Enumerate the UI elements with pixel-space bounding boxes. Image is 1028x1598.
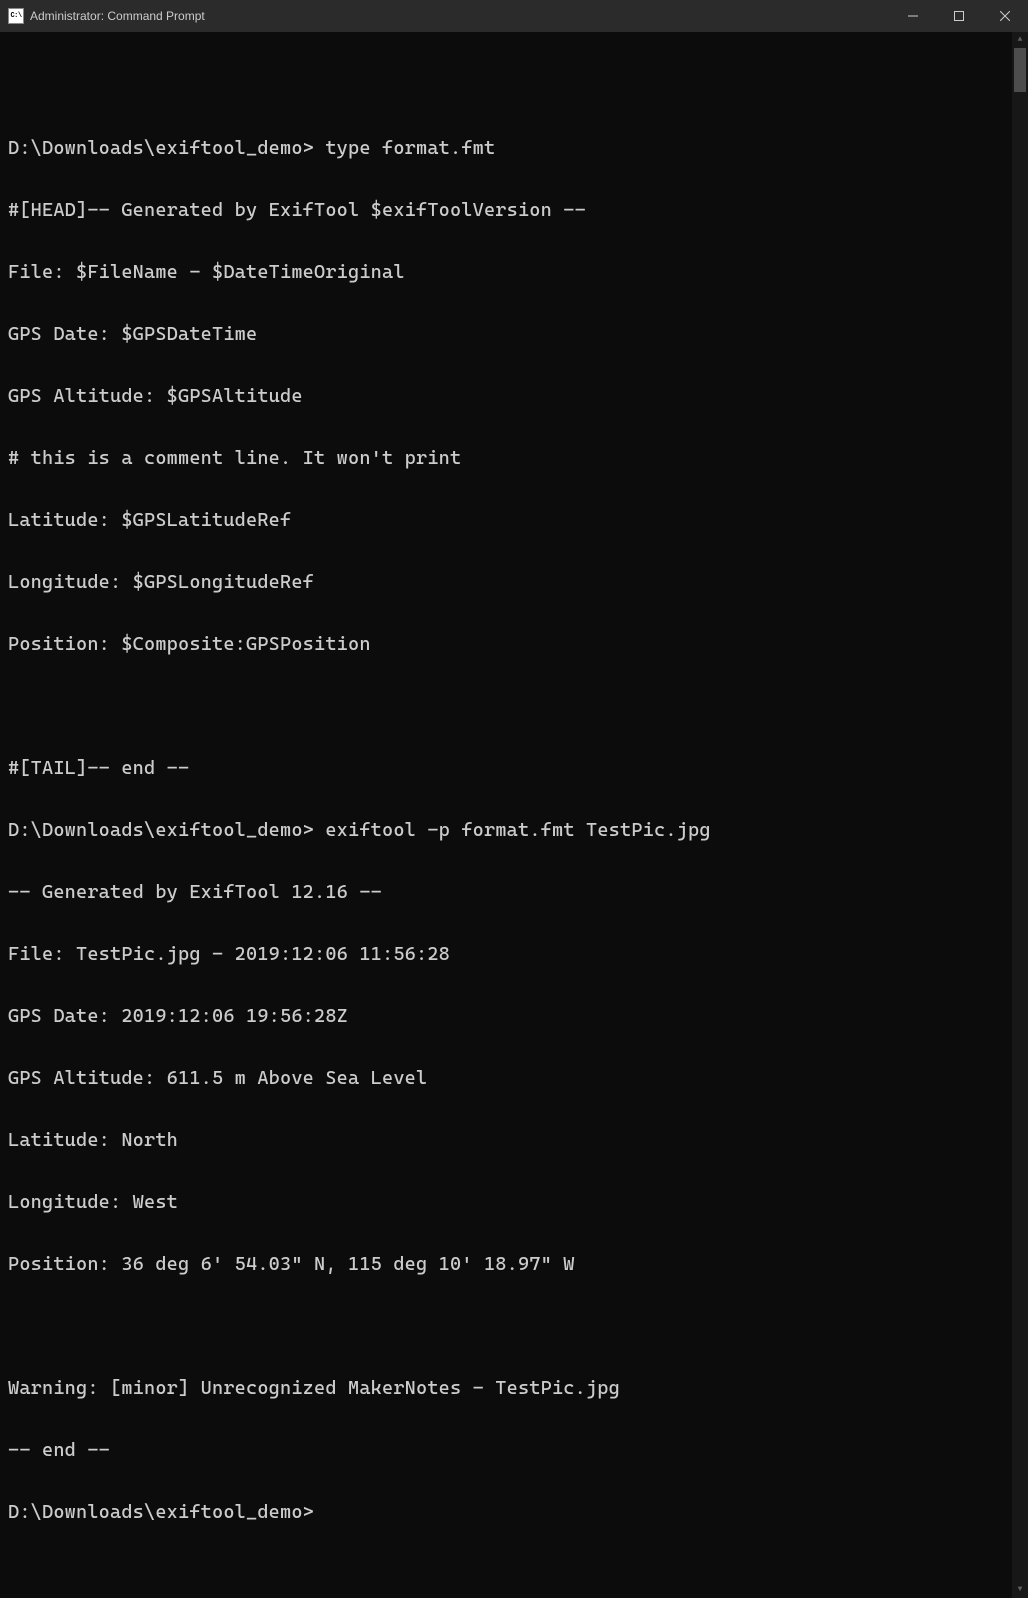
minimize-icon [908, 11, 918, 21]
output-line: -- Generated by ExifTool 12.16 -- [8, 877, 1002, 908]
output-line: Longitude: West [8, 1187, 1002, 1218]
output-line: GPS Altitude: $GPSAltitude [8, 381, 1002, 412]
prompt: D:\Downloads\exiftool_demo> [8, 137, 314, 159]
scroll-up-arrow[interactable]: ▲ [1012, 32, 1028, 48]
prompt-line: D:\Downloads\exiftool_demo> exiftool -p … [8, 815, 1002, 846]
prompt-line: D:\Downloads\exiftool_demo> type format.… [8, 133, 1002, 164]
prompt: D:\Downloads\exiftool_demo> [8, 819, 314, 841]
output-line: Warning: [minor] Unrecognized MakerNotes… [8, 1373, 1002, 1404]
output-line: GPS Date: 2019:12:06 19:56:28Z [8, 1001, 1002, 1032]
terminal-output[interactable]: D:\Downloads\exiftool_demo> type format.… [0, 32, 1012, 1598]
scroll-down-arrow[interactable]: ▼ [1012, 1582, 1028, 1598]
prompt-line: D:\Downloads\exiftool_demo> [8, 1497, 1002, 1528]
titlebar[interactable]: C:\ Administrator: Command Prompt [0, 0, 1028, 32]
maximize-icon [954, 11, 964, 21]
command: type format.fmt [314, 137, 495, 159]
prompt: D:\Downloads\exiftool_demo> [8, 1501, 314, 1523]
command: exiftool -p format.fmt TestPic.jpg [314, 819, 711, 841]
output-line: -- end -- [8, 1435, 1002, 1466]
terminal-area: D:\Downloads\exiftool_demo> type format.… [0, 32, 1028, 1598]
blank-line [8, 691, 1002, 722]
output-line: Latitude: North [8, 1125, 1002, 1156]
output-line: Latitude: $GPSLatitudeRef [8, 505, 1002, 536]
output-line: # this is a comment line. It won't print [8, 443, 1002, 474]
window-controls [890, 0, 1028, 32]
output-line: File: TestPic.jpg - 2019:12:06 11:56:28 [8, 939, 1002, 970]
output-line: Longitude: $GPSLongitudeRef [8, 567, 1002, 598]
scroll-thumb[interactable] [1014, 48, 1026, 92]
scrollbar[interactable]: ▲ ▼ [1012, 32, 1028, 1598]
minimize-button[interactable] [890, 0, 936, 32]
output-line: #[HEAD]-- Generated by ExifTool $exifToo… [8, 195, 1002, 226]
app-icon: C:\ [8, 8, 24, 24]
output-line: GPS Date: $GPSDateTime [8, 319, 1002, 350]
blank-line [8, 71, 1002, 102]
blank-line [8, 1311, 1002, 1342]
close-icon [1000, 11, 1010, 21]
output-line: #[TAIL]-- end -- [8, 753, 1002, 784]
close-button[interactable] [982, 0, 1028, 32]
maximize-button[interactable] [936, 0, 982, 32]
output-line: File: $FileName - $DateTimeOriginal [8, 257, 1002, 288]
output-line: Position: $Composite:GPSPosition [8, 629, 1002, 660]
output-line: Position: 36 deg 6' 54.03" N, 115 deg 10… [8, 1249, 1002, 1280]
window-title: Administrator: Command Prompt [30, 9, 890, 23]
output-line: GPS Altitude: 611.5 m Above Sea Level [8, 1063, 1002, 1094]
